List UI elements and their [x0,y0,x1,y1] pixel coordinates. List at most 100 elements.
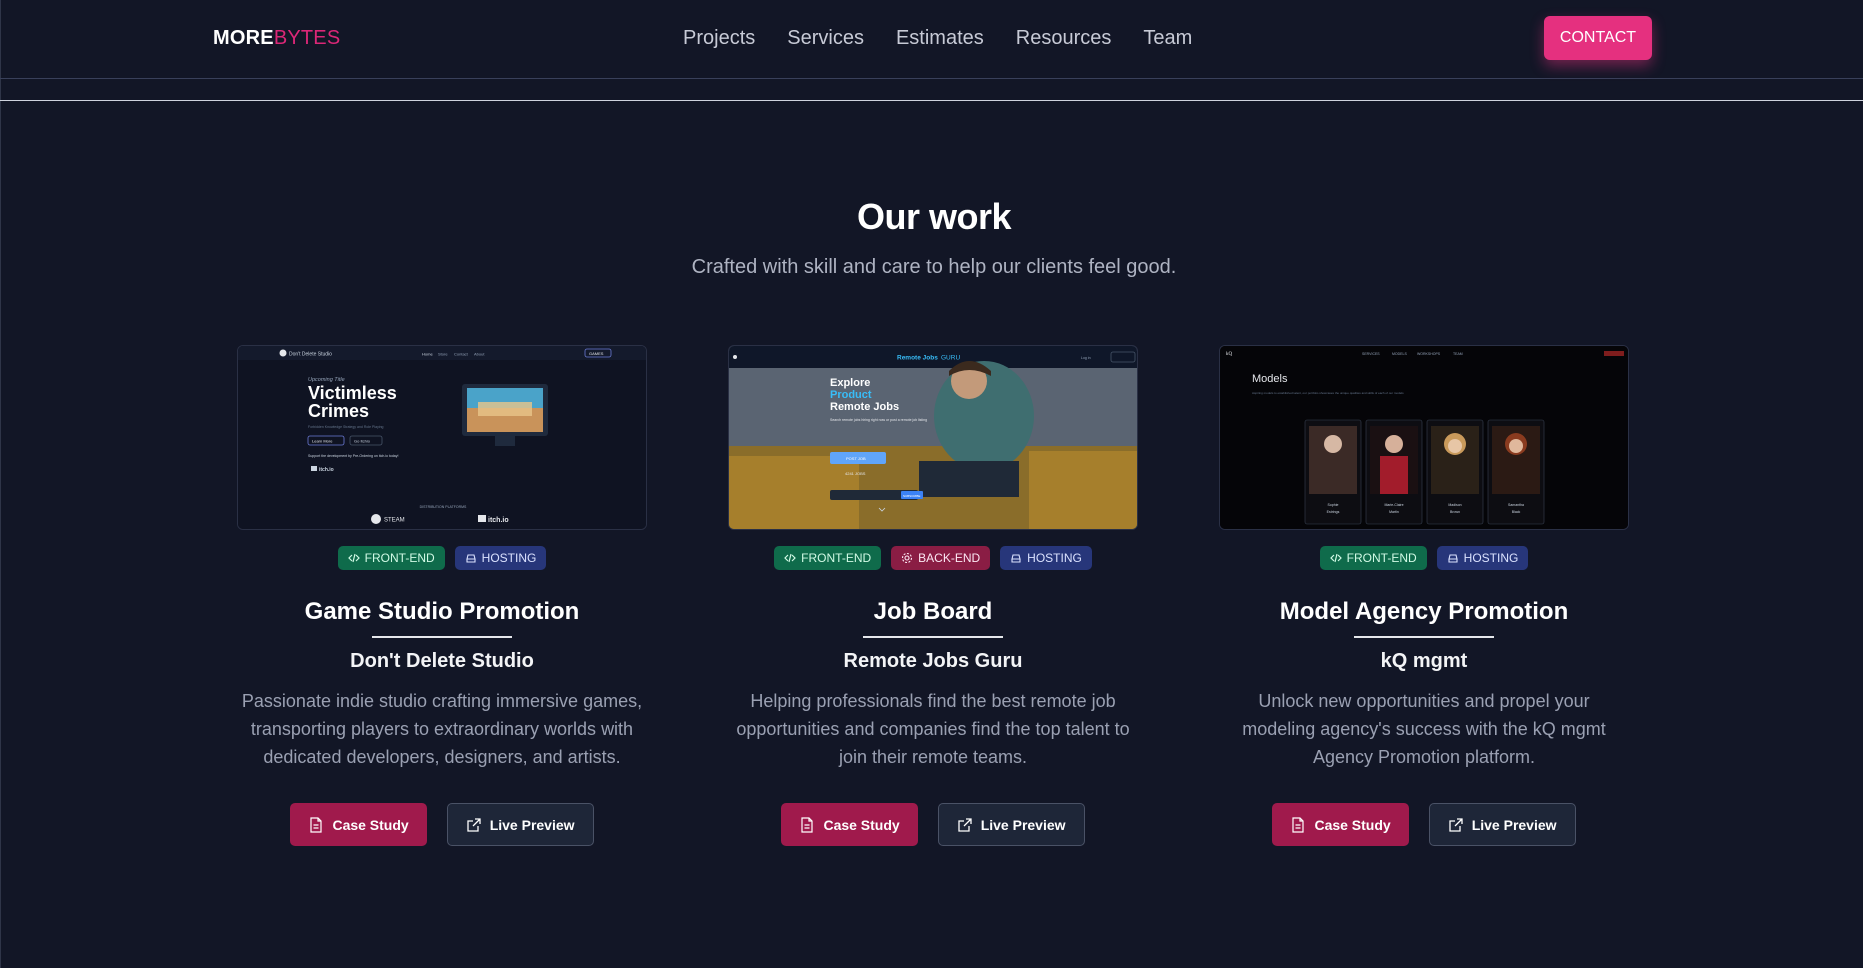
tech-tags: FRONT-END HOSTING [237,546,647,570]
svg-text:Martin: Martin [1389,510,1399,514]
preview-nav-contact: Contact [454,352,469,357]
project-screenshot[interactable]: kQ SERVICES MODELS WORKSHOPS TEAM Models… [1219,345,1629,530]
game-studio-preview: Don't Delete Studio Home Store Contact A… [238,346,646,529]
preview-badge: GAMES [589,351,604,356]
nav-resources[interactable]: Resources [1016,27,1112,50]
preview-sub: Aspiring models to established talent, o… [1252,391,1404,395]
preview-nav-models: MODELS [1392,352,1407,356]
tag-front-end: FRONT-END [1319,546,1427,570]
svg-text:Marie-Claire: Marie-Claire [1384,503,1403,507]
preview-count: 4241 JOBS [845,471,866,476]
preview-subscribe: SUBSCRIBE [903,494,920,498]
code-icon [1329,553,1342,563]
external-link-icon [1449,817,1463,832]
preview-itch-small: itch.io [319,467,334,473]
project-card-game-studio: Don't Delete Studio Home Store Contact A… [237,345,647,846]
tag-hosting: HOSTING [1000,546,1092,570]
nav-team[interactable]: Team [1143,27,1192,50]
logo-text-more: MORE [213,27,274,49]
svg-text:Sophie: Sophie [1328,503,1339,507]
title-underline [1354,636,1494,638]
project-client: Don't Delete Studio [350,650,534,672]
preview-learn-more: Learn More [312,439,333,444]
code-icon [347,553,360,563]
section-subtitle: Crafted with skill and care to help our … [691,256,1177,278]
project-client: kQ mgmt [1380,650,1468,672]
project-actions: Case Study Live Preview [237,803,647,846]
preview-support: Support the development by Pre-Ordering … [308,454,398,458]
preview-headline-2: Product [830,389,872,401]
project-client: Remote Jobs Guru [843,650,1023,672]
case-study-button[interactable]: Case Study [781,803,918,846]
preview-brand: Don't Delete Studio [289,352,332,358]
preview-heading: Models [1252,373,1288,385]
nav-services[interactable]: Services [787,27,864,50]
tag-hosting: HOSTING [1436,546,1529,570]
preview-nav-home: Home [422,352,433,357]
model-card-2: Marie-Claire Martin [1365,419,1423,525]
project-title: Game Studio Promotion [304,598,580,625]
steam-icon [371,514,381,524]
live-preview-button[interactable]: Live Preview [1428,803,1576,846]
code-icon [784,553,797,563]
case-study-button[interactable]: Case Study [290,803,427,846]
studio-logo-icon [279,349,287,357]
preview-sub: Search remote jobs hiring right now or p… [830,418,927,422]
case-study-button[interactable]: Case Study [1272,803,1409,846]
server-icon [465,554,476,563]
section-title: Our work [856,196,1012,237]
document-icon [310,816,323,833]
tag-back-end: BACK-END [891,546,991,570]
nav-estimates[interactable]: Estimates [896,27,984,50]
header-divider [0,100,1863,101]
preview-headline-1: Explore [830,377,870,389]
svg-text:Victimless: Victimless [308,383,397,403]
preview-post-button: POST JOB [846,456,866,461]
contact-button[interactable]: CONTACT [1544,16,1652,60]
project-actions: Case Study Live Preview [1219,803,1629,846]
preview-nav-workshops: WORKSHOPS [1417,352,1441,356]
preview-tagline: Forbidden Knowledge Strategy and Role Pl… [308,425,384,429]
svg-text:Brown: Brown [1450,510,1460,514]
nav-projects[interactable]: Projects [683,27,755,50]
title-underline [372,636,512,638]
project-description: Helping professionals find the best remo… [736,691,1130,767]
live-preview-button[interactable]: Live Preview [446,803,594,846]
preview-platforms-label: DISTRIBUTION PLATFORMS [420,505,467,509]
project-card-job-board: Remote Jobs GURU Log in Explore Product … [728,345,1138,846]
document-icon [1292,816,1305,833]
project-screenshot[interactable]: Remote Jobs GURU Log in Explore Product … [728,345,1138,530]
project-title: Job Board [873,598,993,625]
preview-logo: kQ [1226,352,1233,357]
preview-nav-services: SERVICES [1362,352,1380,356]
model-agency-preview: kQ SERVICES MODELS WORKSHOPS TEAM Models… [1220,346,1628,529]
tag-front-end: FRONT-END [337,546,445,570]
model-card-1: Sophie Estrings [1304,419,1362,525]
live-preview-button[interactable]: Live Preview [937,803,1085,846]
server-icon [1011,554,1021,563]
preview-itch: itch.io [488,517,509,524]
project-description: Passionate indie studio crafting immersi… [241,691,643,767]
external-link-icon [958,817,972,832]
svg-text:Samantha: Samantha [1508,503,1524,507]
tech-tags: FRONT-END HOSTING [1219,546,1629,570]
preview-brand-a: Remote Jobs [897,355,938,362]
brand-logo[interactable]: MOREBYTES [213,27,340,50]
svg-text:Black: Black [1512,510,1521,514]
title-underline [863,636,1003,638]
logo-text-bytes: BYTES [273,27,341,49]
project-card-model-agency: kQ SERVICES MODELS WORKSHOPS TEAM Models… [1219,345,1629,846]
svg-text:Madison: Madison [1448,503,1461,507]
server-icon [1447,554,1458,563]
svg-text:Estrings: Estrings [1327,510,1340,514]
document-icon [801,816,814,833]
preview-nav-store: Store [438,352,448,357]
svg-text:Crimes: Crimes [308,401,369,421]
model-card-4: Samantha Black [1487,419,1545,525]
preview-steam: STEAM [384,518,405,524]
model-card-3: Madison Brown [1426,419,1484,525]
top-navbar: MOREBYTES Projects Services Estimates Re… [0,0,1863,79]
project-screenshot[interactable]: Don't Delete Studio Home Store Contact A… [237,345,647,530]
preview-login: Log in [1081,356,1091,360]
preview-nav-team: TEAM [1453,352,1463,356]
